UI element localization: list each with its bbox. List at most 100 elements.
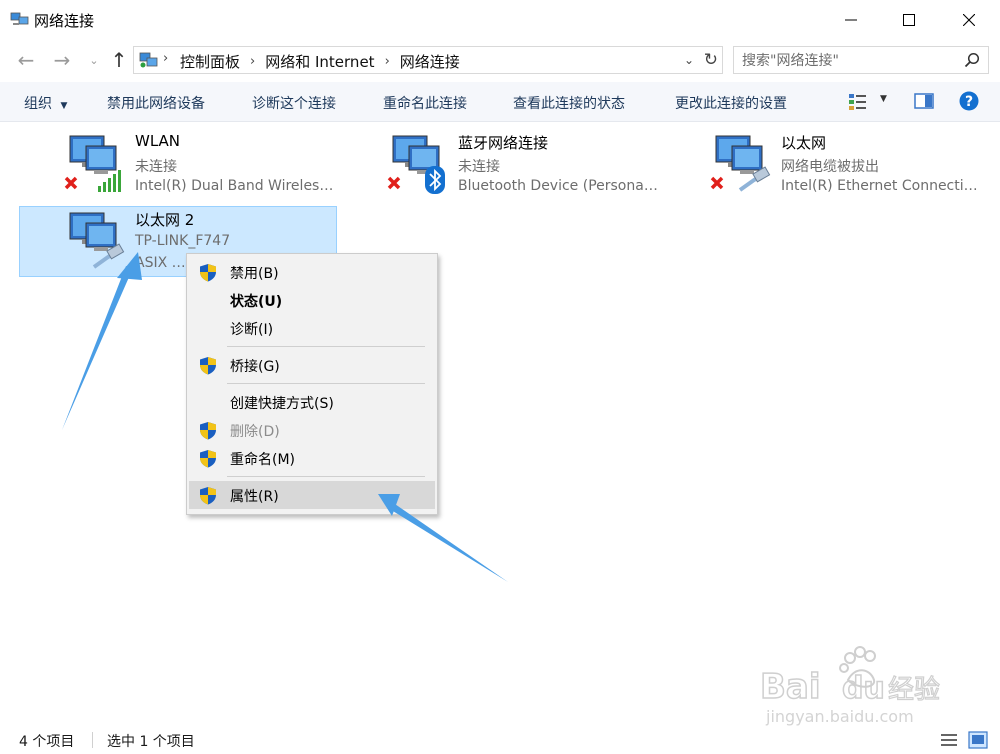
connection-device: Bluetooth Device (Personal Area... (458, 178, 658, 194)
menu-item-label: 桥接(G) (230, 359, 280, 375)
arrow-left-icon: ← (17, 48, 35, 72)
details-view-icon (941, 734, 957, 746)
minimize-button[interactable] (828, 0, 874, 40)
minimize-icon (845, 19, 857, 21)
view-options-button[interactable]: ▼ (848, 91, 892, 113)
title-bar: 网络连接 (0, 0, 1000, 40)
arrow-up-icon: ↑ (110, 48, 128, 72)
network-computer-icon (64, 135, 121, 192)
rename-button[interactable]: 重命名此连接 (383, 93, 467, 113)
organize-label: 组织 (24, 96, 52, 112)
connection-bluetooth[interactable]: 蓝牙网络连接 未连接 Bluetooth Device (Personal Ar… (343, 132, 659, 200)
connection-status: 网络电缆被拔出 (781, 159, 879, 175)
maximize-icon (903, 14, 915, 26)
svg-text:jingyan.baidu.com: jingyan.baidu.com (765, 707, 914, 726)
organize-menu[interactable]: 组织 ▼ (24, 93, 67, 113)
menu-item-label: 状态(U) (230, 294, 283, 310)
menu-item-label: 诊断(I) (230, 322, 274, 338)
breadcrumb-network-internet[interactable]: 网络和 Internet (265, 51, 374, 72)
context-menu: 禁用(B) 状态(U) 诊断(I) 桥接(G) 创建快捷方式(S) 删除(D) … (186, 253, 438, 515)
diagnose-button[interactable]: 诊断这个连接 (252, 93, 336, 113)
arrow-up-left-annotation (62, 252, 142, 430)
menu-separator (227, 476, 425, 477)
caret-down-icon: ▼ (60, 101, 68, 111)
connection-name: 蓝牙网络连接 (458, 134, 549, 152)
network-connections-icon (10, 12, 29, 25)
connection-wlan[interactable]: WLAN 未连接 Intel(R) Dual Band Wireless-AC.… (20, 132, 336, 200)
refresh-button[interactable]: ↻ (704, 50, 718, 70)
window-title: 网络连接 (34, 12, 95, 30)
network-computer-icon (69, 212, 125, 269)
baidu-jingyan-watermark: Bai du 经验 jingyan.baidu.com (760, 646, 941, 726)
menu-separator (227, 383, 425, 384)
recent-locations-button[interactable]: ⌄ (82, 48, 106, 72)
connection-name: 以太网 (781, 134, 827, 152)
breadcrumb-chevron-icon[interactable]: › (385, 54, 390, 69)
svg-text:Bai: Bai (760, 667, 821, 707)
up-button[interactable]: ↑ (107, 48, 131, 72)
address-bar[interactable]: › 控制面板 › 网络和 Internet › 网络连接 ⌄ ↻ (133, 46, 723, 74)
menu-item-properties[interactable]: 属性(R) (189, 481, 435, 509)
change-settings-button[interactable]: 更改此连接的设置 (675, 93, 787, 113)
menu-item-label: 删除(D) (230, 424, 280, 440)
menu-item-label: 属性(R) (230, 489, 279, 505)
network-computer-icon (387, 135, 445, 194)
details-view-button[interactable] (940, 732, 958, 748)
search-input[interactable] (740, 50, 964, 72)
uac-shield-icon (200, 264, 216, 282)
view-status-button[interactable]: 查看此连接的状态 (513, 93, 625, 113)
maximize-button[interactable] (886, 0, 932, 40)
preview-pane-icon (914, 93, 934, 109)
connection-status: 未连接 (135, 159, 177, 175)
chevron-down-icon: ⌄ (683, 53, 694, 67)
status-divider (92, 732, 93, 748)
uac-shield-icon (200, 357, 216, 375)
svg-text:经验: 经验 (888, 675, 940, 705)
menu-item-rename[interactable]: 重命名(M) (189, 444, 435, 472)
preview-pane-button[interactable] (914, 92, 934, 110)
forward-button[interactable]: → (50, 48, 74, 72)
svg-text:du: du (842, 671, 885, 706)
breadcrumb-network-connections[interactable]: 网络连接 (400, 51, 460, 72)
uac-shield-icon (200, 422, 216, 440)
breadcrumb: 控制面板 › 网络和 Internet › 网络连接 (180, 51, 460, 72)
view-details-icon (849, 94, 866, 110)
breadcrumb-chevron-icon[interactable]: › (250, 54, 255, 69)
connection-name: WLAN (135, 132, 181, 150)
menu-item-diagnose[interactable]: 诊断(I) (189, 314, 435, 342)
help-button[interactable]: ? (959, 91, 979, 111)
menu-separator (227, 346, 425, 347)
refresh-icon: ↻ (703, 50, 718, 70)
menu-item-label: 创建快捷方式(S) (230, 396, 334, 412)
close-button[interactable] (946, 0, 992, 40)
menu-item-disable[interactable]: 禁用(B) (189, 258, 435, 286)
connection-ethernet[interactable]: 以太网 网络电缆被拔出 Intel(R) Ethernet Connection… (666, 132, 982, 200)
menu-item-bridge[interactable]: 桥接(G) (189, 351, 435, 379)
help-icon: ? (959, 91, 979, 111)
menu-item-label: 重命名(M) (230, 452, 296, 468)
large-icons-view-icon (968, 731, 988, 749)
connection-status: 未连接 (458, 159, 500, 175)
menu-item-delete: 删除(D) (189, 416, 435, 444)
uac-shield-icon (200, 487, 216, 505)
arrow-right-icon: → (53, 48, 71, 72)
control-panel-icon (139, 52, 158, 68)
connection-name: 以太网 2 (135, 211, 195, 229)
menu-item-create-shortcut[interactable]: 创建快捷方式(S) (189, 388, 435, 416)
menu-item-status[interactable]: 状态(U) (189, 286, 435, 314)
item-count: 4 个项目 (19, 734, 75, 750)
menu-item-label: 禁用(B) (230, 266, 279, 282)
selected-count: 选中 1 个项目 (107, 734, 195, 750)
breadcrumb-root-chevron-icon[interactable]: › (163, 51, 168, 66)
connection-device: Intel(R) Ethernet Connection... (781, 178, 981, 194)
close-icon (963, 14, 975, 26)
search-box[interactable] (733, 46, 989, 74)
caret-down-icon: ▼ (880, 94, 887, 104)
uac-shield-icon (200, 450, 216, 468)
disable-device-button[interactable]: 禁用此网络设备 (107, 93, 205, 113)
large-icons-view-button[interactable] (968, 731, 988, 749)
svg-text:?: ? (965, 94, 973, 110)
breadcrumb-control-panel[interactable]: 控制面板 (180, 51, 240, 72)
back-button[interactable]: ← (14, 48, 38, 72)
address-history-dropdown[interactable]: ⌄ (684, 53, 694, 67)
